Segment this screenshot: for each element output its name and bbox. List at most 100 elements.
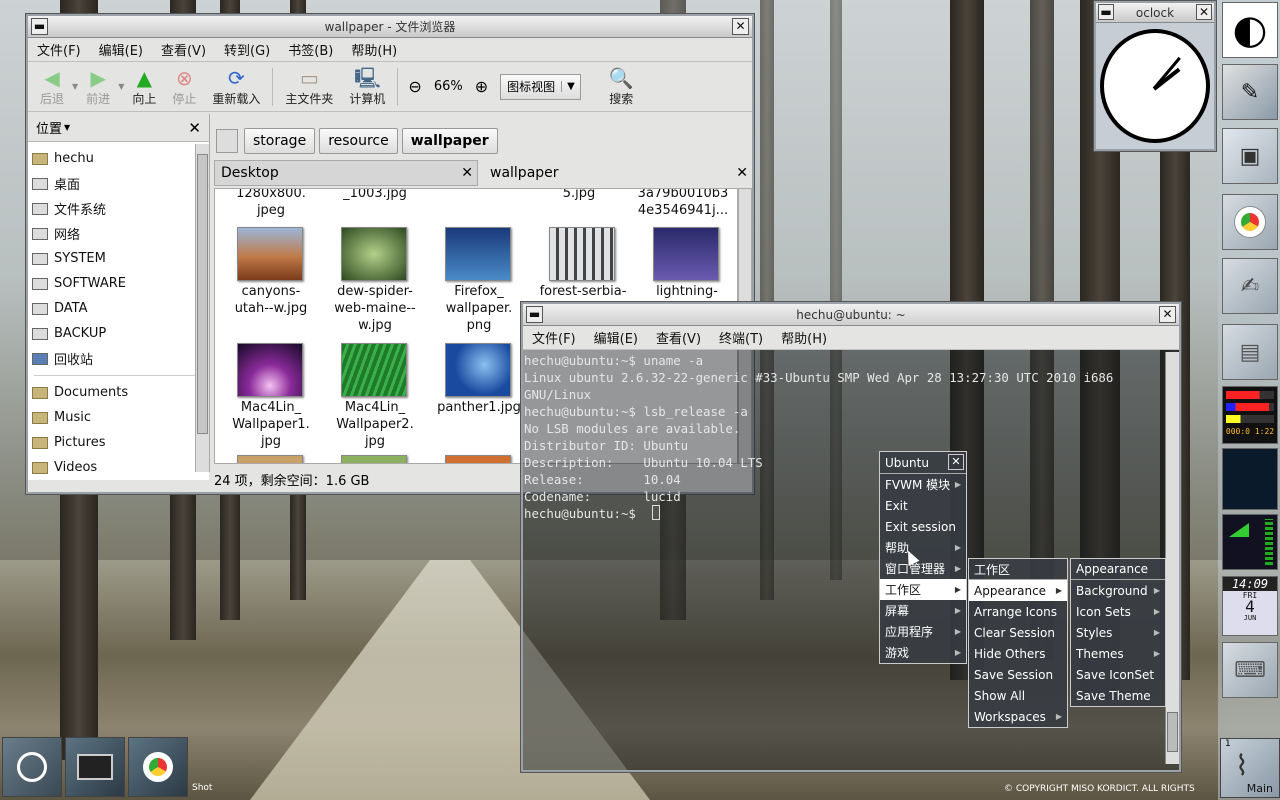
thumbnail-mac4lin-2[interactable] bbox=[341, 343, 407, 397]
file-caption[interactable]: forest-serbia- bbox=[533, 283, 633, 300]
close-tab-icon[interactable]: ✕ bbox=[461, 165, 473, 181]
sidebar-item-backup[interactable]: BACKUP bbox=[28, 321, 209, 346]
view-mode-select[interactable]: 图标视图 ▼ bbox=[500, 73, 581, 100]
sidebar-scrollbar[interactable] bbox=[195, 144, 209, 472]
menu-item-save-session[interactable]: Save Session bbox=[969, 664, 1067, 685]
file-caption[interactable]: 3a79b0010b3 4e3546941j... bbox=[633, 189, 733, 219]
menu-item-window-manager[interactable]: 窗口管理器 ▶ bbox=[880, 558, 966, 579]
crumb-resource[interactable]: resource bbox=[319, 128, 398, 154]
menu-item-games[interactable]: 游戏 ▶ bbox=[880, 642, 966, 663]
close-button[interactable]: ✕ bbox=[1159, 306, 1176, 323]
thumbnail-canyons[interactable] bbox=[237, 227, 303, 281]
tab-wallpaper[interactable]: wallpaper ✕ bbox=[484, 160, 752, 186]
chrome-icon[interactable] bbox=[1222, 194, 1278, 250]
menu-edit[interactable]: 编辑(E) bbox=[90, 40, 152, 59]
forward-button[interactable]: ▶ 前进 bbox=[78, 64, 118, 110]
home-button[interactable]: ▭ 主文件夹 bbox=[277, 64, 341, 110]
menu-item-save-iconset[interactable]: Save IconSet bbox=[1071, 664, 1165, 685]
menu-edit[interactable]: 编辑(E) bbox=[585, 328, 647, 347]
zoom-out-icon[interactable]: ⊖ bbox=[402, 77, 427, 96]
menu-item-help[interactable]: 帮助 ▶ bbox=[880, 537, 966, 558]
sidebar-item-system[interactable]: SYSTEM bbox=[28, 246, 209, 271]
sidebar-item-trash[interactable]: 回收站 bbox=[28, 346, 209, 371]
computer-button[interactable]: 🖳 计算机 bbox=[341, 64, 393, 110]
thumbnail-mac4lin-1[interactable] bbox=[237, 343, 303, 397]
sidebar-item-desktop[interactable]: 桌面 bbox=[28, 171, 209, 196]
terminal-scrollbar[interactable] bbox=[1165, 352, 1179, 764]
toggle-path-icon[interactable] bbox=[216, 129, 238, 153]
menu-item-background[interactable]: Background ▶ bbox=[1071, 580, 1165, 601]
file-caption[interactable]: Mac4Lin_ Wallpaper2. jpg bbox=[325, 399, 425, 450]
menu-item-appearance[interactable]: Appearance ▶ bbox=[969, 580, 1067, 601]
menu-file[interactable]: 文件(F) bbox=[523, 328, 585, 347]
yin-yang-icon[interactable]: ◐ bbox=[1222, 2, 1278, 58]
sidebar-item-videos[interactable]: Videos bbox=[28, 455, 209, 480]
thumbnail-partial[interactable] bbox=[237, 455, 303, 463]
floppy-icon[interactable]: ▤ bbox=[1222, 324, 1278, 380]
menu-help[interactable]: 帮助(H) bbox=[342, 40, 406, 59]
close-button[interactable]: ✕ bbox=[1196, 4, 1212, 20]
terminal-titlebar[interactable]: ▬ hechu@ubuntu: ~ ✕ bbox=[523, 304, 1179, 326]
menu-item-styles[interactable]: Styles ▶ bbox=[1071, 622, 1165, 643]
thumbnail-partial[interactable] bbox=[445, 455, 511, 463]
file-manager-titlebar[interactable]: ▬ wallpaper - 文件浏览器 ✕ bbox=[28, 16, 752, 38]
menu-terminal[interactable]: 终端(T) bbox=[710, 328, 772, 347]
menu-view[interactable]: 查看(V) bbox=[647, 328, 710, 347]
sidebar-item-software[interactable]: SOFTWARE bbox=[28, 271, 209, 296]
memory-monitor-icon[interactable]: ▣ bbox=[1222, 128, 1278, 184]
thumbnail-partial[interactable] bbox=[341, 455, 407, 463]
thumbnail-dew-spider[interactable] bbox=[341, 227, 407, 281]
back-button[interactable]: ◀ 后退 bbox=[32, 64, 72, 110]
notepad-icon[interactable]: ✍ bbox=[1222, 258, 1278, 314]
file-caption[interactable]: Firefox_ wallpaper. png bbox=[429, 283, 529, 334]
menu-item-clear-session[interactable]: Clear Session bbox=[969, 622, 1067, 643]
pager[interactable]: 1 ⌇ Main bbox=[1220, 738, 1280, 798]
file-caption[interactable]: Mac4Lin_ Wallpaper1. jpg bbox=[221, 399, 321, 450]
file-caption[interactable]: panther1.jpg bbox=[429, 399, 529, 416]
menu-item-exit[interactable]: Exit bbox=[880, 495, 966, 516]
zoom-in-icon[interactable]: ⊕ bbox=[469, 77, 494, 96]
window-menu-button[interactable]: ▬ bbox=[31, 18, 48, 35]
close-tab-icon[interactable]: ✕ bbox=[736, 165, 748, 181]
clock-app-button[interactable] bbox=[2, 737, 62, 797]
sidebar-item-home[interactable]: hechu bbox=[28, 146, 209, 171]
file-caption[interactable]: canyons- utah--w.jpg bbox=[221, 283, 321, 317]
close-sidebar-icon[interactable]: ✕ bbox=[188, 119, 201, 137]
sidebar-item-network[interactable]: 网络 bbox=[28, 221, 209, 246]
up-button[interactable]: ▲ 向上 bbox=[124, 64, 164, 110]
thumbnail-forest-serbia[interactable] bbox=[549, 227, 615, 281]
menu-bookmarks[interactable]: 书签(B) bbox=[279, 40, 342, 59]
menu-item-save-theme[interactable]: Save Theme bbox=[1071, 685, 1165, 706]
menu-item-show-all[interactable]: Show All bbox=[969, 685, 1067, 706]
close-button[interactable]: ✕ bbox=[732, 18, 749, 35]
sidebar-item-documents[interactable]: Documents bbox=[28, 380, 209, 405]
menu-item-workspace[interactable]: 工作区 ▶ bbox=[880, 579, 966, 600]
thumbnail-lightning[interactable] bbox=[653, 227, 719, 281]
sidebar-item-data[interactable]: DATA bbox=[28, 296, 209, 321]
sidebar-item-music[interactable]: Music bbox=[28, 405, 209, 430]
menu-file[interactable]: 文件(F) bbox=[28, 40, 90, 59]
thumbnail-firefox[interactable] bbox=[445, 227, 511, 281]
thumbnail-panther[interactable] bbox=[445, 343, 511, 397]
menu-item-applications[interactable]: 应用程序 ▶ bbox=[880, 621, 966, 642]
chrome-app-button[interactable] bbox=[128, 737, 188, 797]
tools-icon[interactable]: ✎ bbox=[1222, 64, 1278, 120]
menu-item-workspaces[interactable]: Workspaces ▶ bbox=[969, 706, 1067, 727]
sidebar-item-pictures[interactable]: Pictures bbox=[28, 430, 209, 455]
tab-desktop[interactable]: Desktop ✕ bbox=[214, 160, 478, 186]
sidebar-item-filesystem[interactable]: 文件系统 bbox=[28, 196, 209, 221]
drive-icon[interactable]: ⌨ bbox=[1222, 642, 1278, 698]
file-caption[interactable]: _1003.jpg bbox=[325, 189, 425, 202]
stop-button[interactable]: ⊗ 停止 bbox=[164, 64, 204, 110]
window-menu-button[interactable]: ▬ bbox=[1098, 4, 1114, 20]
close-icon[interactable]: ✕ bbox=[948, 454, 964, 470]
places-dropdown[interactable]: 位置 bbox=[36, 118, 62, 137]
menu-item-arrange-icons[interactable]: Arrange Icons bbox=[969, 601, 1067, 622]
file-caption[interactable]: 5.jpg bbox=[529, 189, 629, 202]
menu-item-themes[interactable]: Themes ▶ bbox=[1071, 643, 1165, 664]
file-caption[interactable]: lightning- bbox=[637, 283, 737, 300]
oclock-titlebar[interactable]: ▬ oclock ✕ bbox=[1096, 3, 1214, 23]
terminal-output[interactable]: hechu@ubuntu:~$ uname -a Linux ubuntu 2.… bbox=[523, 352, 1163, 522]
menu-item-screen[interactable]: 屏幕 ▶ bbox=[880, 600, 966, 621]
volume-control[interactable] bbox=[1222, 514, 1278, 570]
